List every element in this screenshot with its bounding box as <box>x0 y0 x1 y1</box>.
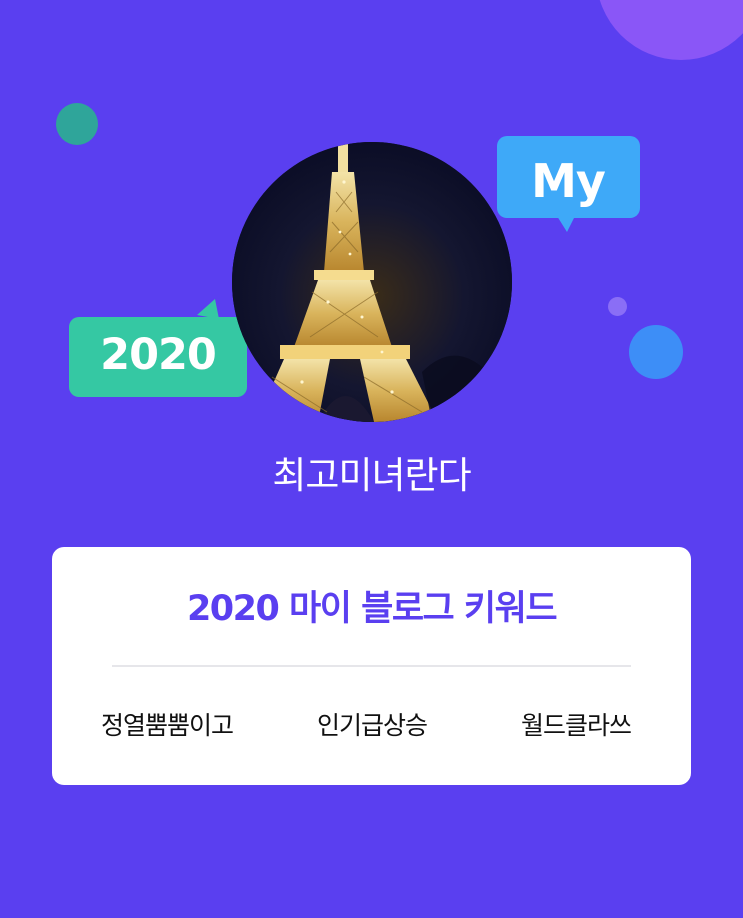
year-speech-bubble: 2020 <box>69 299 247 397</box>
keyword-list: 정열뿜뿜이고 인기급상승 월드클라쓰 <box>52 702 691 750</box>
card-title: 2020 마이 블로그 키워드 <box>186 589 558 629</box>
year-bubble-label: 2020 <box>100 330 217 380</box>
decorative-circle-purple-large <box>596 0 743 60</box>
keyword-card: 2020 마이 블로그 키워드 정열뿜뿜이고 인기급상승 월드클라쓰 <box>52 547 691 785</box>
eiffel-tower-photo-icon <box>232 142 512 422</box>
card-divider <box>112 665 631 667</box>
decorative-circle-purple-small <box>608 297 627 316</box>
decorative-circle-teal <box>56 103 98 145</box>
blog-keyword-page: My 2020 최고미녀란다 2020 마이 블로그 키워드 정열뿜뿜이고 인기… <box>0 0 743 918</box>
decorative-circle-blue <box>629 325 683 379</box>
profile-avatar[interactable] <box>232 142 512 422</box>
keyword-item: 정열뿜뿜이고 <box>100 711 234 740</box>
my-bubble-label: My <box>531 154 606 208</box>
my-speech-bubble: My <box>497 136 642 232</box>
keyword-item: 인기급상승 <box>316 711 428 740</box>
keyword-item: 월드클라쓰 <box>520 711 632 740</box>
profile-username: 최고미녀란다 <box>272 454 471 497</box>
